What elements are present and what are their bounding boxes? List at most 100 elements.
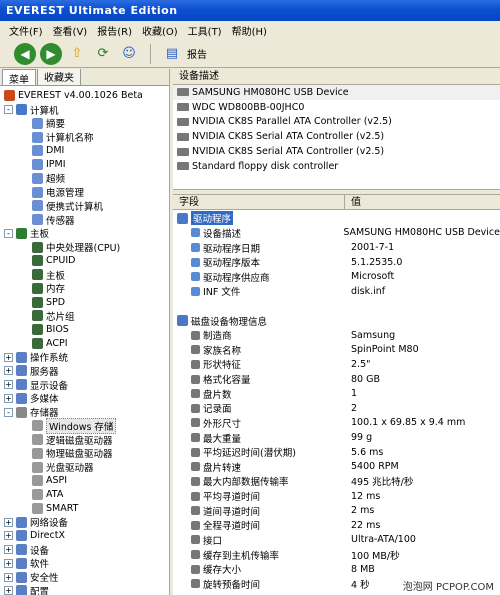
tree-category[interactable]: + 设备 (4, 543, 49, 557)
detail-row[interactable]: 接口 Ultra-ATA/100 (173, 533, 500, 548)
expand-icon[interactable]: + (4, 393, 13, 403)
device-list-item[interactable]: NVIDIA CK8S Serial ATA Controller (v2.5) (173, 144, 500, 159)
menu-view[interactable]: 查看(V) (48, 23, 93, 38)
tree-motherboard-child[interactable]: BIOS (32, 323, 69, 337)
menu-tools[interactable]: 工具(T) (183, 23, 227, 38)
tree-storage-child[interactable]: SMART (32, 502, 78, 516)
device-list-item[interactable]: NVIDIA CK8S Parallel ATA Controller (v2.… (173, 115, 500, 130)
detail-row[interactable]: 外形尺寸 100.1 x 69.85 x 9.4 mm (173, 416, 500, 431)
detail-row[interactable]: 设备描述 SAMSUNG HM080HC USB Device (173, 226, 500, 241)
tree-category[interactable]: + 软件 (4, 557, 49, 570)
section-header[interactable]: 磁盘设备物理信息 (173, 313, 500, 328)
detail-row[interactable]: 形状特征 2.5" (173, 357, 500, 372)
menu-file[interactable]: 文件(F) (4, 23, 48, 38)
tree-computer-child[interactable]: 超频 (32, 172, 65, 185)
tab-menu[interactable]: 菜单 (2, 69, 36, 86)
tree-computer-child[interactable]: 电源管理 (32, 185, 84, 199)
detail-row[interactable]: 驱动程序日期 2001-7-1 (173, 240, 500, 255)
menu-help[interactable]: 帮助(H) (227, 23, 272, 38)
device-list-item[interactable]: SAMSUNG HM080HC USB Device (173, 85, 500, 100)
tree-storage-child[interactable]: 逻辑磁盘驱动器 (32, 433, 113, 447)
collapse-icon[interactable]: - (4, 228, 13, 238)
col-field-header[interactable]: 字段 (173, 195, 345, 209)
detail-row[interactable]: 驱动程序版本 5.1.2535.0 (173, 255, 500, 270)
tree-storage-child[interactable]: 光盘驱动器 (32, 460, 94, 474)
menu-report[interactable]: 报告(R) (92, 23, 137, 38)
expand-icon[interactable]: + (4, 572, 13, 582)
section-header[interactable]: 驱动程序 (173, 211, 500, 226)
detail-row[interactable]: 缓存到主机传输率 100 MB/秒 (173, 547, 500, 562)
device-label: NVIDIA CK8S Serial ATA Controller (v2.5) (192, 131, 385, 143)
expand-icon[interactable]: + (4, 517, 13, 527)
expand-icon[interactable]: + (4, 545, 13, 555)
col-value-header[interactable]: 值 (345, 195, 361, 209)
detail-row[interactable]: 制造商 Samsung (173, 328, 500, 343)
tree-computer-child[interactable]: 摘要 (32, 117, 66, 131)
tree-category[interactable]: + 网络设备 (4, 515, 68, 529)
tree-category[interactable]: + 配置 (4, 584, 49, 595)
tree-item-label: 摘要 (46, 119, 66, 131)
expand-icon[interactable]: + (4, 352, 13, 362)
forward-button[interactable]: ▶ (40, 42, 62, 65)
expand-icon[interactable]: + (4, 380, 13, 390)
device-list-item[interactable]: NVIDIA CK8S Serial ATA Controller (v2.5) (173, 129, 500, 144)
detail-row[interactable]: 驱动程序供应商 Microsoft (173, 269, 500, 284)
tree-computer[interactable]: - 计算机 (4, 103, 59, 117)
detail-row[interactable]: 道间寻道时间 2 ms (173, 503, 500, 518)
detail-row[interactable]: 盘片转速 5400 RPM (173, 460, 500, 475)
refresh-button[interactable]: ⟳ (92, 43, 114, 65)
tree-motherboard-child[interactable]: CPUID (32, 254, 75, 268)
expand-icon[interactable]: + (4, 558, 13, 568)
tree-category[interactable]: + 显示设备 (4, 378, 68, 392)
tree-category[interactable]: + 服务器 (4, 364, 59, 378)
tree-motherboard-child[interactable]: 中央处理器(CPU) (32, 240, 120, 254)
tree-motherboard-child[interactable]: 芯片组 (32, 309, 75, 323)
collapse-icon[interactable]: - (4, 105, 13, 115)
collapse-icon[interactable]: - (4, 407, 13, 417)
detail-row[interactable]: 最大重量 99 g (173, 430, 500, 445)
tree-storage-child[interactable]: 物理磁盘驱动器 (32, 447, 113, 460)
tree-item-label: 传感器 (46, 215, 75, 227)
tree-storage-child[interactable]: ASPI (32, 474, 67, 488)
user-button[interactable]: ☺ (118, 43, 140, 65)
field-icon (191, 506, 200, 516)
report-button[interactable]: ▤ 报告 (161, 43, 207, 65)
tree-category[interactable]: + DirectX (4, 529, 65, 543)
tree-motherboard-child[interactable]: ACPI (32, 337, 68, 351)
device-list-item[interactable]: Standard floppy disk controller (173, 159, 500, 174)
detail-row[interactable]: 平均寻道时间 12 ms (173, 489, 500, 504)
detail-row[interactable]: 格式化容量 80 GB (173, 372, 500, 387)
expand-icon[interactable]: + (4, 531, 13, 541)
tree-motherboard-child[interactable]: SPD (32, 295, 65, 309)
detail-row[interactable]: 平均延迟时间(潜伏期) 5.6 ms (173, 445, 500, 460)
tree-category[interactable]: + 安全性 (4, 570, 59, 584)
device-list-item[interactable]: WDC WD800BB-00JHC0 (173, 100, 500, 115)
computer-item-icon (32, 214, 43, 226)
tree-root[interactable]: EVEREST v4.00.1026 Beta (4, 89, 143, 103)
tree-computer-child[interactable]: DMI (32, 144, 64, 158)
detail-row[interactable]: 最大内部数据传输率 495 兆比特/秒 (173, 474, 500, 489)
expand-icon[interactable]: + (4, 586, 13, 595)
detail-row[interactable]: 缓存大小 8 MB (173, 562, 500, 577)
tree-computer-child[interactable]: 计算机名称 (32, 130, 94, 144)
detail-row[interactable]: 记录面 2 (173, 401, 500, 416)
tree-computer-child[interactable]: 传感器 (32, 213, 75, 227)
detail-row[interactable]: INF 文件 disk.inf (173, 284, 500, 299)
tree-computer-child[interactable]: 便携式计算机 (32, 199, 103, 213)
menu-favorites[interactable]: 收藏(O) (137, 23, 183, 38)
tree-motherboard-child[interactable]: 主板 (32, 268, 65, 282)
tab-favorites[interactable]: 收藏夹 (37, 69, 81, 85)
detail-row[interactable]: 盘片数 1 (173, 386, 500, 401)
tree-storage-child[interactable]: Windows 存储 (32, 417, 117, 434)
tree-motherboard-child[interactable]: 内存 (32, 282, 65, 295)
tree-motherboard[interactable]: - 主板 (4, 227, 49, 240)
tree-computer-child[interactable]: IPMI (32, 158, 66, 172)
tree-category[interactable]: + 多媒体 (4, 392, 59, 405)
tree-category[interactable]: + 操作系统 (4, 350, 68, 364)
detail-row[interactable]: 全程寻道时间 22 ms (173, 518, 500, 533)
detail-row[interactable]: 家族名称 SpinPoint M80 (173, 343, 500, 358)
back-button[interactable]: ◀ (14, 42, 36, 65)
expand-icon[interactable]: + (4, 366, 13, 376)
tree-storage-child[interactable]: ATA (32, 488, 63, 502)
up-button[interactable]: ⇧ (66, 43, 88, 65)
